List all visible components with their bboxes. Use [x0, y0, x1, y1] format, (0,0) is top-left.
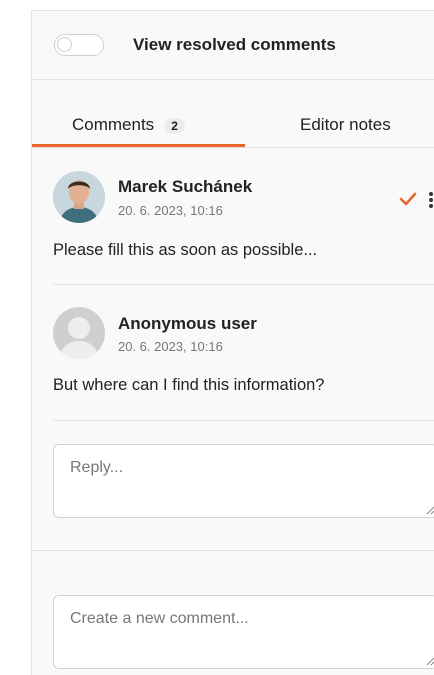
- avatar-placeholder: [53, 307, 105, 359]
- new-comment-placeholder: Create a new comment...: [70, 610, 249, 627]
- tab-bar: Comments 2 Editor notes: [32, 111, 434, 148]
- comment-author[interactable]: Marek Suchánek: [118, 177, 252, 197]
- resolved-toggle-row: View resolved comments: [32, 11, 434, 80]
- comment-date: 20. 6. 2023, 10:16: [118, 339, 223, 354]
- resize-handle-icon[interactable]: [425, 656, 434, 666]
- view-resolved-toggle[interactable]: [54, 34, 104, 56]
- resolve-check-icon[interactable]: [398, 189, 418, 209]
- comment-count-badge: 2: [164, 117, 185, 134]
- comment-date: 20. 6. 2023, 10:16: [118, 203, 223, 218]
- section-separator: [32, 550, 434, 551]
- tab-editor-notes-label: Editor notes: [300, 115, 391, 134]
- toggle-knob: [57, 37, 72, 52]
- tab-editor-notes[interactable]: Editor notes: [300, 115, 391, 135]
- comment-text: But where can I find this information?: [53, 376, 325, 394]
- avatar: [53, 171, 105, 223]
- comment-divider: [53, 284, 434, 285]
- reply-placeholder: Reply...: [70, 459, 124, 476]
- comment-text: Please fill this as soon as possible...: [53, 241, 318, 259]
- comment-divider: [53, 420, 434, 421]
- tab-comments-label: Comments: [72, 115, 155, 134]
- comment-author[interactable]: Anonymous user: [118, 314, 257, 334]
- comments-panel: View resolved comments Comments 2 Editor …: [31, 10, 434, 675]
- new-comment-field[interactable]: Create a new comment...: [53, 595, 434, 669]
- resize-handle-icon[interactable]: [425, 505, 434, 515]
- tab-comments[interactable]: Comments 2: [72, 115, 185, 135]
- active-tab-indicator: [32, 144, 245, 147]
- view-resolved-label: View resolved comments: [133, 35, 336, 54]
- reply-field[interactable]: Reply...: [53, 444, 434, 518]
- more-options-icon[interactable]: [428, 191, 434, 209]
